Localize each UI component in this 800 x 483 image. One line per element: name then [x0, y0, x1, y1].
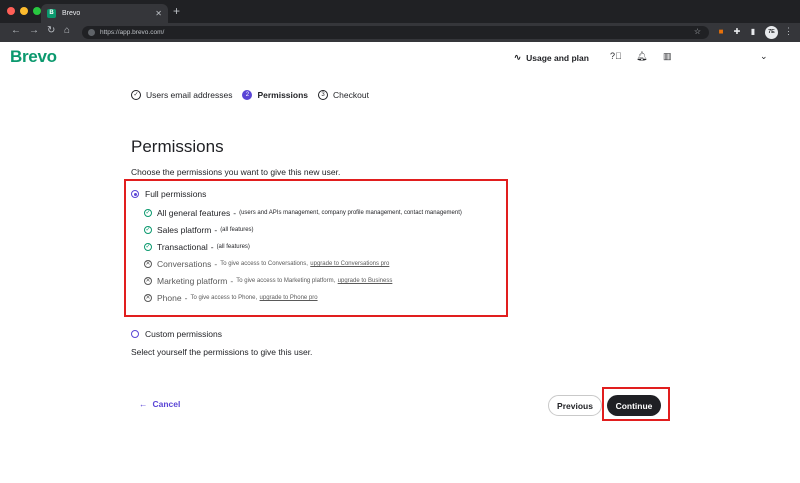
permission-name: Transactional: [157, 242, 208, 252]
step-checkout: 3 Checkout: [318, 90, 369, 100]
permission-name: Sales platform: [157, 225, 212, 235]
permission-item: ✓ Transactional - (all features): [144, 242, 250, 252]
browser-menu-icon[interactable]: ⋮: [784, 26, 793, 37]
chevron-down-icon[interactable]: ⌄: [760, 51, 768, 62]
upgrade-link[interactable]: upgrade to Phone pro: [260, 295, 318, 301]
building-icon[interactable]: ▥: [663, 51, 672, 62]
permission-item: ✕ Marketing platform - To give access to…: [144, 276, 393, 286]
permission-item: ✓ All general features - (users and APIs…: [144, 208, 462, 218]
cancel-label: Cancel: [152, 399, 181, 409]
permission-item: ✕ Conversations - To give access to Conv…: [144, 259, 390, 269]
step-number-badge: 2: [242, 90, 253, 100]
x-circle-icon: ✕: [144, 277, 152, 285]
extension-icon[interactable]: ■: [716, 27, 726, 37]
permission-note: (all features): [216, 244, 250, 250]
permission-name: Marketing platform: [157, 276, 228, 286]
maximize-window-button[interactable]: [33, 7, 41, 15]
cancel-link[interactable]: ← Cancel: [139, 399, 180, 409]
permission-item: ✕ Phone - To give access to Phone, upgra…: [144, 293, 318, 303]
upgrade-link[interactable]: upgrade to Conversations pro: [310, 261, 389, 267]
bookmark-star-icon[interactable]: ☆: [694, 27, 701, 36]
permission-note: (users and APIs management, company prof…: [239, 210, 462, 216]
step-label: Checkout: [333, 90, 369, 100]
step-users-email: ✓ Users email addresses: [131, 90, 232, 100]
x-circle-icon: ✕: [144, 260, 152, 268]
reload-icon[interactable]: ↻: [47, 25, 55, 36]
custom-permissions-note: Select yourself the permissions to give …: [131, 347, 313, 357]
close-window-button[interactable]: [7, 7, 15, 15]
sidepanel-icon[interactable]: ▮: [748, 27, 758, 37]
permission-note: To give access to Conversations,: [220, 261, 308, 267]
full-permissions-label: Full permissions: [145, 189, 207, 199]
window-controls: [7, 7, 41, 15]
custom-permissions-radio[interactable]: [131, 330, 139, 338]
stepper: ✓ Users email addresses 2 Permissions 3 …: [131, 90, 379, 100]
site-info-icon[interactable]: [88, 29, 95, 36]
custom-permissions-option[interactable]: Custom permissions: [131, 329, 222, 339]
home-icon[interactable]: ⌂: [64, 25, 70, 36]
page-subtitle: Choose the permissions you want to give …: [131, 167, 341, 177]
full-permissions-radio[interactable]: [131, 190, 139, 198]
check-circle-icon: ✓: [144, 209, 152, 217]
page-title: Permissions: [131, 137, 224, 156]
permission-name: Conversations: [157, 259, 212, 269]
brevo-favicon-icon: B: [47, 9, 56, 18]
url-text: https://app.brevo.com/: [100, 29, 165, 36]
permission-name: Phone: [157, 293, 182, 303]
permission-note: To give access to Marketing platform,: [236, 278, 336, 284]
permission-name: All general features: [157, 208, 231, 218]
step-label: Users email addresses: [146, 90, 233, 100]
full-permissions-option[interactable]: Full permissions: [131, 189, 206, 199]
previous-button[interactable]: Previous: [548, 395, 602, 416]
usage-and-plan-link[interactable]: ∿ Usage and plan: [514, 52, 589, 63]
continue-button[interactable]: Continue: [607, 395, 661, 416]
permission-item: ✓ Sales platform - (all features): [144, 225, 254, 235]
usage-label: Usage and plan: [526, 52, 589, 63]
permission-note: To give access to Phone,: [190, 295, 258, 301]
back-icon[interactable]: ←: [11, 25, 21, 36]
upgrade-link[interactable]: upgrade to Business: [338, 278, 393, 284]
x-circle-icon: ✕: [144, 294, 152, 302]
help-icon[interactable]: ?⃝: [610, 51, 622, 61]
check-circle-icon: ✓: [144, 243, 152, 251]
activity-icon: ∿: [514, 52, 522, 62]
new-tab-icon[interactable]: +: [173, 4, 180, 18]
check-circle-icon: ✓: [144, 226, 152, 234]
custom-permissions-label: Custom permissions: [145, 329, 222, 339]
puzzle-extensions-icon[interactable]: ✚: [732, 27, 742, 37]
tab-title: Brevo: [62, 10, 81, 17]
browser-toolbar: ← → ↻ ⌂ https://app.brevo.com/ ☆ ■ ✚ ▮ 7…: [0, 23, 800, 42]
bell-icon[interactable]: 🔔︎: [636, 51, 647, 62]
browser-tab[interactable]: B Brevo ✕: [41, 4, 168, 23]
step-permissions: 2 Permissions: [242, 90, 308, 100]
arrow-left-icon: ←: [139, 399, 148, 409]
minimize-window-button[interactable]: [20, 7, 28, 15]
profile-avatar[interactable]: 7E: [765, 26, 778, 39]
check-icon: ✓: [131, 90, 141, 100]
permission-note: (all features): [220, 227, 254, 233]
tab-close-icon[interactable]: ✕: [155, 9, 162, 18]
step-number-badge: 3: [318, 90, 329, 100]
step-label: Permissions: [257, 90, 309, 100]
brevo-logo[interactable]: Brevo: [10, 47, 57, 67]
browser-tab-bar: B Brevo ✕ +: [0, 0, 800, 23]
forward-icon[interactable]: →: [29, 25, 39, 36]
address-bar[interactable]: https://app.brevo.com/ ☆: [82, 26, 709, 39]
